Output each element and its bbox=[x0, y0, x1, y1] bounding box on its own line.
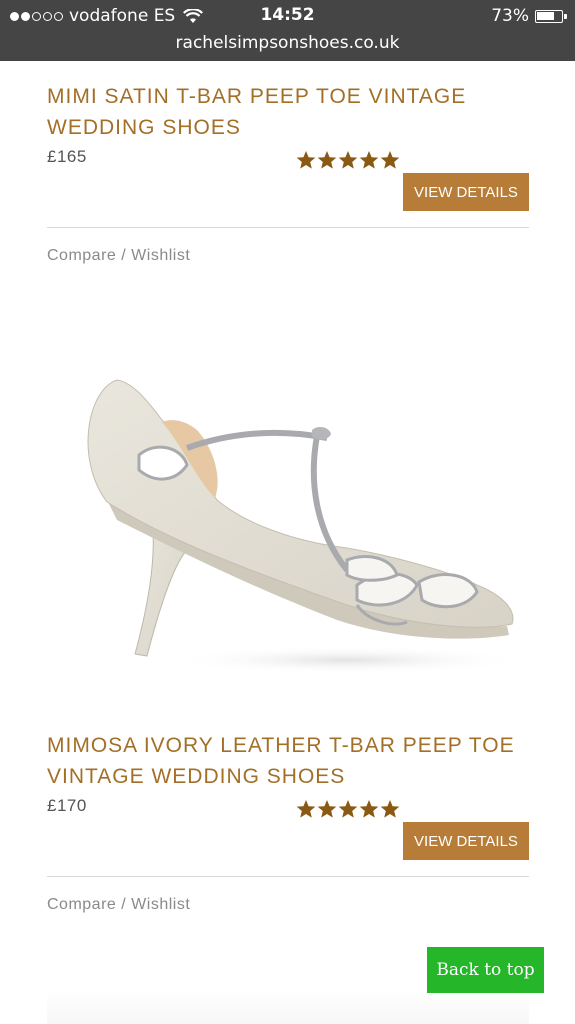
product-image[interactable] bbox=[47, 330, 529, 710]
star-icon bbox=[359, 151, 379, 169]
url-bar[interactable]: rachelsimpsonshoes.co.uk bbox=[0, 33, 575, 53]
product-title-line[interactable]: MIMOSA IVORY LEATHER T-BAR PEEP TOE bbox=[47, 730, 527, 761]
product-price: £170 bbox=[47, 796, 87, 815]
compare-wishlist: Compare / Wishlist bbox=[47, 896, 190, 914]
rating-stars bbox=[296, 150, 400, 170]
star-icon bbox=[296, 151, 316, 169]
product-title[interactable]: MIMI SATIN T-BAR PEEP TOE VINTAGE WEDDIN… bbox=[47, 81, 527, 143]
star-icon bbox=[380, 800, 400, 818]
link-separator: / bbox=[116, 247, 132, 264]
star-icon bbox=[338, 800, 358, 818]
compare-link[interactable]: Compare bbox=[47, 247, 116, 264]
wishlist-link[interactable]: Wishlist bbox=[131, 896, 190, 913]
next-product-image bbox=[47, 990, 529, 1024]
star-icon bbox=[380, 151, 400, 169]
star-icon bbox=[296, 800, 316, 818]
wishlist-link[interactable]: Wishlist bbox=[131, 247, 190, 264]
status-bar: vodafone ES 14:52 73% rachelsimpsonshoes… bbox=[0, 0, 575, 61]
battery-percent: 73% bbox=[491, 6, 529, 26]
compare-link[interactable]: Compare bbox=[47, 896, 116, 913]
product-title-line[interactable]: MIMI SATIN T-BAR PEEP TOE VINTAGE bbox=[47, 81, 527, 112]
product-title-line[interactable]: VINTAGE WEDDING SHOES bbox=[47, 761, 527, 792]
view-details-button[interactable]: VIEW DETAILS bbox=[403, 822, 529, 860]
divider bbox=[47, 227, 529, 228]
star-icon bbox=[359, 800, 379, 818]
product-title-line[interactable]: WEDDING SHOES bbox=[47, 112, 527, 143]
link-separator: / bbox=[116, 896, 132, 913]
back-to-top-button[interactable]: Back to top bbox=[427, 947, 544, 993]
compare-wishlist: Compare / Wishlist bbox=[47, 247, 190, 265]
star-icon bbox=[317, 151, 337, 169]
star-icon bbox=[338, 151, 358, 169]
divider bbox=[47, 876, 529, 877]
star-icon bbox=[317, 800, 337, 818]
clock: 14:52 bbox=[260, 5, 315, 25]
product-title[interactable]: MIMOSA IVORY LEATHER T-BAR PEEP TOE VINT… bbox=[47, 730, 527, 792]
battery-icon bbox=[535, 9, 567, 23]
product-price: £165 bbox=[47, 147, 87, 166]
view-details-button[interactable]: VIEW DETAILS bbox=[403, 173, 529, 211]
battery-status: 73% bbox=[491, 6, 567, 26]
rating-stars bbox=[296, 799, 400, 819]
